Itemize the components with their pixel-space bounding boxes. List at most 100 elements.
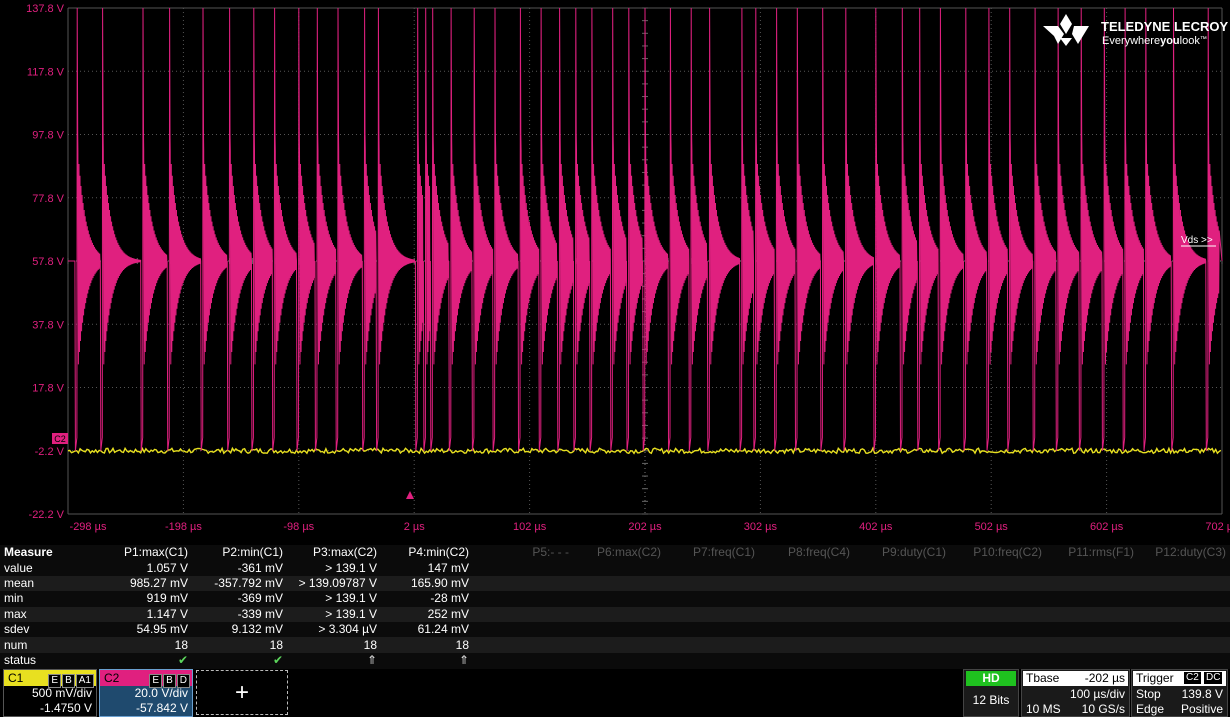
measure-cell-empty (1138, 637, 1230, 653)
measure-cell-empty (759, 606, 854, 622)
measure-cell-empty (759, 591, 854, 606)
measure-cell: 9.132 mV (231, 622, 283, 637)
x-axis-tick-label: 402 µs (859, 521, 893, 533)
c1-name: C1 (8, 671, 24, 685)
x-axis-tick-label: 102 µs (513, 521, 547, 533)
measure-cell-empty (1046, 622, 1138, 637)
measure-row: min 919 mV -369 mV > 139.1 V -28 mV (0, 591, 1230, 606)
measure-param-header[interactable]: P7:freq(C1) (665, 545, 759, 560)
add-trace-button[interactable]: + (196, 670, 288, 715)
measure-cell-empty (950, 622, 1046, 637)
measure-row-label: mean (0, 575, 66, 592)
measure-cell-empty (1138, 560, 1230, 575)
vds-trace-label: Vds >> (1181, 235, 1213, 246)
measurement-table[interactable]: Measure P1:max(C1) P2:min(C1) P3:max(C2) P4… (0, 545, 1230, 669)
measure-cell: 147 mV (427, 560, 469, 575)
measure-row-label: max (0, 606, 66, 622)
measure-row: mean 985.27 mV -357.792 mV > 139.09787 V 165… (0, 575, 1230, 592)
c1-tag: A1 (75, 674, 94, 688)
measure-row-label: min (4, 591, 24, 606)
c2-tag: D (176, 674, 190, 688)
measure-cell: -369 mV (237, 591, 283, 606)
measure-param-header[interactable]: P5:- - - (473, 545, 573, 560)
timebase-panel[interactable]: Tbase -202 µs 100 µs/div 10 MS 10 GS/s (1021, 669, 1130, 717)
measure-param-header[interactable]: P1:max(C1) (66, 545, 192, 560)
measure-row-label: num (0, 637, 66, 653)
y-axis-tick-label: 97.8 V (32, 130, 64, 142)
measure-cell: -28 mV (430, 591, 469, 606)
c2-descriptor[interactable]: C2 EBD 20.0 V/div -57.842 V (99, 669, 193, 717)
y-axis-tick-label: 17.8 V (32, 383, 64, 395)
timebase-sample-rate: 10 GS/s (1081, 702, 1125, 716)
measure-cell: 1.147 V (66, 606, 192, 622)
trigger-coupling: DC (1204, 672, 1223, 684)
c1-descriptor[interactable]: C1 E B A1 500 mV/div -1.4750 V (3, 669, 97, 717)
measure-cell: ⇑ (458, 652, 469, 667)
measure-cell: 919 mV (146, 591, 188, 606)
measure-cell: 61.24 mV (417, 622, 469, 637)
measure-cell: > 139.1 V (325, 591, 377, 606)
y-axis-tick-label: 57.8 V (32, 256, 64, 268)
measure-row-label: status (4, 652, 37, 667)
measure-cell-empty (759, 622, 854, 637)
measure-param-header[interactable]: P12:duty(C3) (1138, 545, 1230, 560)
bit-depth: 12 Bits (972, 693, 1010, 707)
measure-cell-empty (1046, 653, 1138, 668)
measure-cell-empty (473, 606, 573, 622)
timebase-label: Tbase (1026, 671, 1060, 685)
measure-param-header[interactable]: P2:min(C1) (192, 545, 287, 560)
measure-cell-empty (665, 575, 759, 592)
acquisition-panel[interactable]: HD 12 Bits (963, 669, 1019, 717)
measure-cell: ✔ (177, 652, 188, 667)
measure-cell: ⇑ (366, 652, 377, 667)
measure-param-header[interactable]: P11:rms(F1) (1046, 545, 1138, 560)
measure-cell: 165.90 mV (381, 575, 473, 592)
measure-param-header[interactable]: P9:duty(C1) (854, 545, 950, 560)
measure-cell-empty (1138, 575, 1230, 592)
measure-cell: 54.95 mV (136, 622, 188, 637)
svg-text:TELEDYNE LECROY: TELEDYNE LECROY (1101, 19, 1228, 34)
trigger-label: Trigger (1136, 671, 1174, 685)
x-axis-tick-label: -298 µs (70, 521, 107, 533)
timebase-delay: -202 µs (1084, 671, 1125, 685)
measure-cell-empty (573, 622, 665, 637)
measure-cell-empty (665, 653, 759, 668)
measure-cell-empty (854, 637, 950, 653)
y-axis-tick-label: 37.8 V (32, 319, 64, 331)
hd-badge: HD (966, 671, 1016, 686)
trigger-level: 139.8 V (1181, 687, 1223, 701)
measure-cell-empty (473, 622, 573, 637)
x-axis-tick-label: -198 µs (165, 521, 202, 533)
measure-cell-empty (1046, 637, 1138, 653)
waveform-display[interactable]: 137.8 V 117.8 V 97.8 V 77.8 V 57.8 V 37.8 V 17… (0, 0, 1230, 545)
measure-cell-empty (950, 575, 1046, 592)
measure-param-header[interactable]: P4:min(C2) (381, 545, 473, 560)
x-axis-tick-label: 502 µs (975, 521, 1009, 533)
c2-scale: 20.0 V/div (134, 686, 188, 700)
trigger-panel[interactable]: Trigger C2 DC Stop 139.8 V Edge Positive (1131, 669, 1228, 717)
measure-cell: 18 (287, 637, 381, 653)
measure-cell-empty (759, 560, 854, 575)
c2-tag: E (149, 674, 163, 688)
measure-cell-empty (1046, 560, 1138, 575)
measure-param-header[interactable]: P10:freq(C2) (950, 545, 1046, 560)
measure-cell-empty (1138, 653, 1230, 668)
c2-ground-marker[interactable]: C2 (52, 433, 68, 444)
timebase-samples: 10 MS (1026, 702, 1061, 716)
c2-offset: -57.842 V (135, 701, 188, 715)
measure-param-header[interactable]: P3:max(C2) (287, 545, 381, 560)
y-axis-tick-label: -22.2 V (29, 509, 65, 521)
measure-cell-empty (473, 637, 573, 653)
measure-cell: -339 mV (192, 606, 287, 622)
c1-tag: E (48, 674, 62, 688)
measure-param-header[interactable]: P8:freq(C4) (759, 545, 854, 560)
measure-cell-empty (1046, 591, 1138, 606)
measure-row: max 1.147 V -339 mV > 139.1 V 252 mV (0, 606, 1230, 622)
y-axis-tick-label: -2.2 V (35, 446, 65, 458)
measure-cell-empty (1138, 591, 1230, 606)
measure-title: Measure (4, 545, 53, 560)
c2-tag: B (163, 674, 176, 688)
measure-param-header[interactable]: P6:max(C2) (573, 545, 665, 560)
measure-cell-empty (950, 591, 1046, 606)
c1-scale: 500 mV/div (31, 686, 92, 700)
